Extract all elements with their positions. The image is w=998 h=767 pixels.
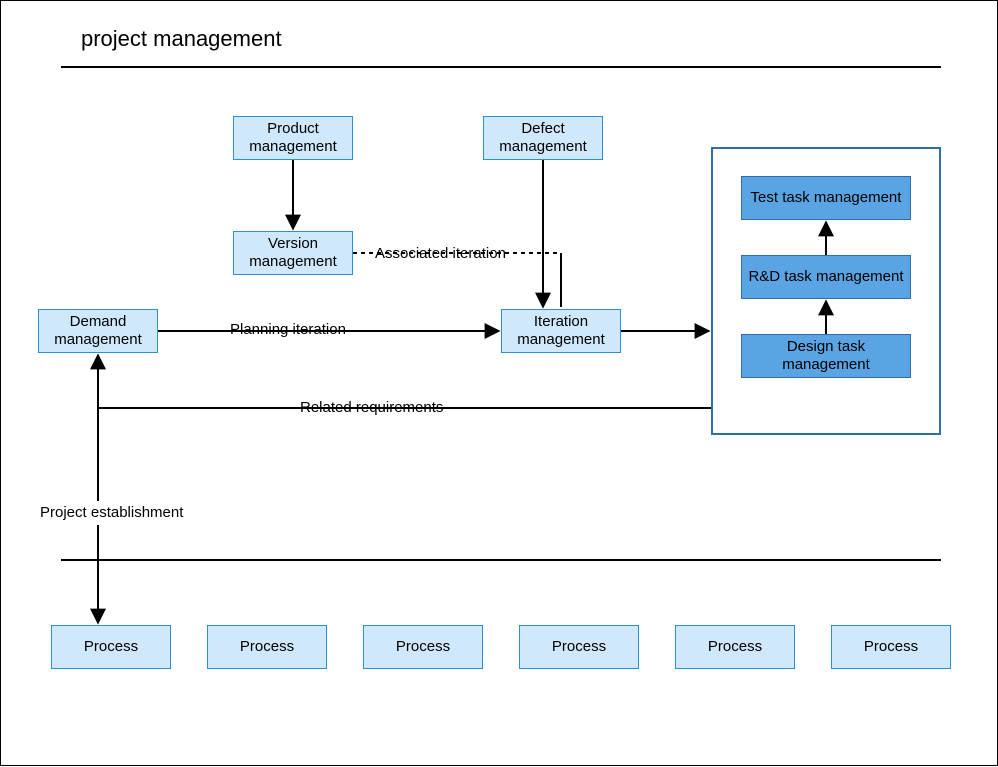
node-process: Process: [51, 625, 171, 669]
node-process: Process: [363, 625, 483, 669]
label-project-establishment: Project establishment: [36, 504, 187, 521]
node-iteration: Iteration management: [501, 309, 621, 353]
node-process: Process: [675, 625, 795, 669]
node-rd-task: R&D task management: [741, 255, 911, 299]
diagram-canvas: project management Demand management Pro…: [0, 0, 998, 766]
node-version: Version management: [233, 231, 353, 275]
label-related-requirements: Related requirements: [296, 399, 447, 416]
label-planning-iteration: Planning iteration: [226, 321, 350, 338]
title-underline: [61, 66, 941, 68]
node-defect: Defect management: [483, 116, 603, 160]
label-associated-iteration: Associated iteration: [371, 245, 510, 262]
node-design-task: Design task management: [741, 334, 911, 378]
node-process: Process: [207, 625, 327, 669]
node-process: Process: [519, 625, 639, 669]
node-product: Product management: [233, 116, 353, 160]
node-process: Process: [831, 625, 951, 669]
node-test-task: Test task management: [741, 176, 911, 220]
diagram-title: project management: [81, 26, 282, 52]
section-divider: [61, 559, 941, 561]
node-demand: Demand management: [38, 309, 158, 353]
